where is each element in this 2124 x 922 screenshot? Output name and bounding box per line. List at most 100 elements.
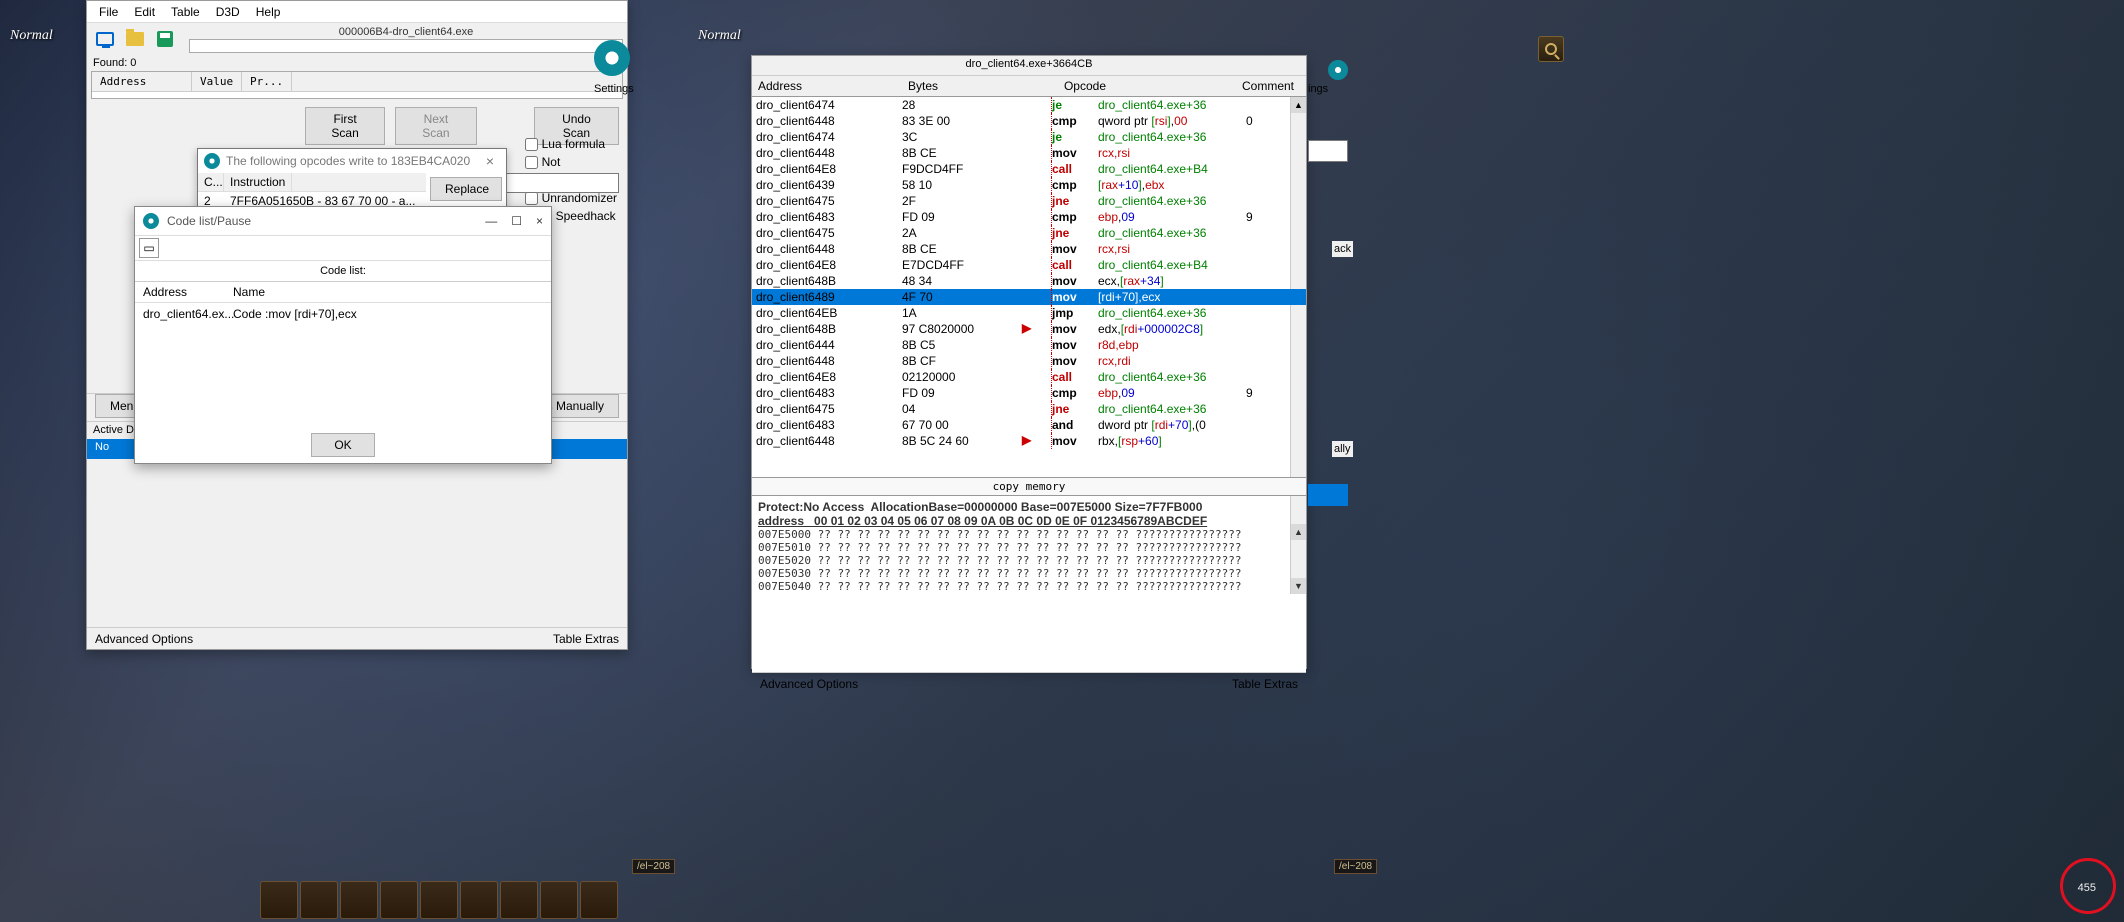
save-button[interactable]	[151, 26, 179, 52]
col-address[interactable]: Address	[752, 76, 902, 96]
menu-table[interactable]: Table	[163, 3, 208, 21]
col-instruction[interactable]: Instruction	[224, 173, 292, 191]
asm-row[interactable]: dro_client64488B CEmovrcx,rsi	[752, 145, 1306, 161]
col-previous[interactable]: Pr...	[242, 72, 292, 91]
asm-row[interactable]: dro_client647428jedro_client64.exe+36	[752, 97, 1306, 113]
cheat-engine-logo	[1328, 60, 1348, 80]
counter-value: 455	[2078, 882, 2096, 894]
gear-icon	[143, 213, 159, 229]
close-button[interactable]: ×	[536, 214, 543, 228]
close-button[interactable]: ×	[480, 153, 500, 169]
col-address[interactable]: Address	[92, 72, 192, 91]
advanced-options-link[interactable]: Advanced Options	[760, 677, 858, 691]
skill-slot[interactable]	[380, 881, 418, 919]
scroll-down-icon[interactable]: ▼	[1291, 578, 1306, 594]
code-list-row[interactable]: dro_client64.ex... Code :mov [rdi+70],ec…	[135, 303, 551, 325]
speedhack-label: Speedhack	[556, 209, 616, 223]
asm-row[interactable]: dro_client6483FD 09cmpebp,099	[752, 385, 1306, 401]
disassembly-list[interactable]: ▲ dro_client647428jedro_client64.exe+36d…	[752, 97, 1306, 477]
skill-slot[interactable]	[260, 881, 298, 919]
level-badge: /el~208	[632, 859, 675, 874]
not-checkbox[interactable]	[525, 156, 538, 169]
unrandomizer-checkbox[interactable]	[525, 192, 538, 205]
manually-cut-label: ally	[1332, 441, 1353, 457]
menu-edit[interactable]: Edit	[126, 3, 163, 21]
asm-row[interactable]: dro_client643958 10cmp[rax+10],ebx	[752, 177, 1306, 193]
menu-d3d[interactable]: D3D	[208, 3, 248, 21]
skill-slot[interactable]	[580, 881, 618, 919]
lua-formula-checkbox[interactable]	[525, 138, 538, 151]
code-name: Code :mov [rdi+70],ecx	[225, 305, 365, 323]
copy-memory-label[interactable]: copy memory	[752, 477, 1306, 496]
asm-row[interactable]: dro_client64E8F9DCD4FFcalldro_client64.e…	[752, 161, 1306, 177]
asm-row[interactable]: dro_client647504jnedro_client64.exe+36	[752, 401, 1306, 417]
input-fragment[interactable]	[1308, 140, 1348, 162]
asm-row[interactable]: dro_client648367 70 00anddword ptr [rdi+…	[752, 417, 1306, 433]
col-opcode[interactable]: Opcode	[1052, 76, 1112, 96]
skill-slot[interactable]	[500, 881, 538, 919]
table-extras-link[interactable]: Table Extras	[553, 632, 619, 646]
asm-row[interactable]: dro_client64E802120000calldro_client64.e…	[752, 369, 1306, 385]
next-scan-button[interactable]: Next Scan	[395, 107, 476, 145]
unrandomizer-label: Unrandomizer	[542, 191, 617, 205]
asm-row[interactable]: dro_client64752Fjnedro_client64.exe+36	[752, 193, 1306, 209]
memory-viewer-window: dro_client64.exe+3664CB Address Bytes Op…	[751, 55, 1307, 669]
scroll-up-icon[interactable]: ▲	[1291, 524, 1306, 540]
toolbar: 000006B4-dro_client64.exe	[87, 23, 627, 55]
col-bytes[interactable]: Bytes	[902, 76, 1052, 96]
advanced-options-link[interactable]: Advanced Options	[95, 632, 193, 646]
skill-slot[interactable]	[420, 881, 458, 919]
disassembler-address-title: dro_client64.exe+3664CB	[752, 56, 1306, 76]
scan-results-list[interactable]: Address Value Pr...	[91, 71, 623, 99]
asm-row[interactable]: dro_client64448B C5movr8d,ebp	[752, 337, 1306, 353]
code-list-heading: Code list:	[135, 261, 551, 281]
skill-slot[interactable]	[340, 881, 378, 919]
col-comment[interactable]: Comment	[1236, 76, 1306, 96]
level-badge: /el~208	[1334, 859, 1377, 874]
first-scan-button[interactable]: First Scan	[305, 107, 385, 145]
monitor-icon	[96, 32, 114, 46]
process-name-label: 000006B4-dro_client64.exe	[189, 26, 623, 38]
code-list-dialog: Code list/Pause — ☐ × ▭ Code list: Addre…	[134, 206, 552, 464]
col-count[interactable]: C...	[198, 173, 224, 191]
asm-row[interactable]: dro_client64894F 70mov[rdi+70],ecx	[752, 289, 1306, 305]
asm-row[interactable]: dro_client64743Cjedro_client64.exe+36	[752, 129, 1306, 145]
asm-row[interactable]: dro_client6483FD 09cmpebp,099	[752, 209, 1306, 225]
toolbar-button[interactable]: ▭	[139, 238, 159, 258]
skill-slot[interactable]	[300, 881, 338, 919]
scrollbar[interactable]: ▲ ▼	[1290, 496, 1306, 594]
asm-row[interactable]: dro_client648B48 34movecx,[rax+34]	[752, 273, 1306, 289]
open-process-button[interactable]	[91, 26, 119, 52]
settings-link-cut: ings	[1308, 83, 1328, 95]
asm-row[interactable]: dro_client64488B CEmovrcx,rsi	[752, 241, 1306, 257]
asm-row[interactable]: dro_client64488B CFmovrcx,rdi	[752, 353, 1306, 369]
hex-dump-view[interactable]: Protect:No Access AllocationBase=0000000…	[752, 496, 1306, 594]
maximize-button[interactable]: ☐	[511, 214, 522, 228]
col-address[interactable]: Address	[135, 282, 225, 302]
found-count-label: Found: 0	[87, 55, 627, 71]
asm-row[interactable]: dro_client64488B 5C 24 60▶movrbx,[rsp+60…	[752, 433, 1306, 449]
game-search-button[interactable]	[1538, 36, 1564, 62]
settings-link[interactable]: Settings	[594, 83, 634, 95]
save-icon	[157, 31, 173, 47]
not-label: Not	[542, 155, 561, 169]
asm-row[interactable]: dro_client64E8E7DCD4FFcalldro_client64.e…	[752, 257, 1306, 273]
game-difficulty-label-2: Normal	[698, 28, 741, 44]
menu-help[interactable]: Help	[248, 3, 289, 21]
gear-icon	[594, 40, 630, 76]
ok-button[interactable]: OK	[311, 433, 374, 457]
col-name[interactable]: Name	[225, 282, 273, 302]
skill-slot[interactable]	[460, 881, 498, 919]
col-value[interactable]: Value	[192, 72, 242, 91]
open-file-button[interactable]	[121, 26, 149, 52]
asm-row[interactable]: dro_client644883 3E 00cmpqword ptr [rsi]…	[752, 113, 1306, 129]
asm-row[interactable]: dro_client64EB1Ajmpdro_client64.exe+36	[752, 305, 1306, 321]
table-extras-link[interactable]: Table Extras	[1232, 677, 1298, 691]
menu-file[interactable]: File	[91, 3, 126, 21]
asm-row[interactable]: dro_client64752Ajnedro_client64.exe+36	[752, 225, 1306, 241]
skill-slot[interactable]	[540, 881, 578, 919]
replace-button[interactable]: Replace	[430, 177, 502, 201]
speedhack-cut-label: ack	[1332, 241, 1353, 257]
minimize-button[interactable]: —	[485, 214, 497, 228]
asm-row[interactable]: dro_client648B97 C8020000▶movedx,[rdi+00…	[752, 321, 1306, 337]
